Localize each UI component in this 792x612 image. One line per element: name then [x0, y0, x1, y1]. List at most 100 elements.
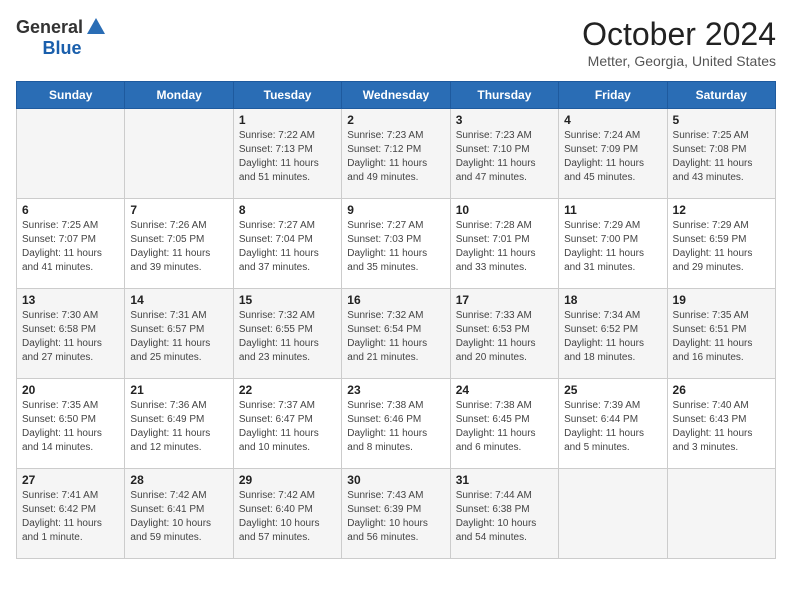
calendar-cell: 16 Sunrise: 7:32 AM Sunset: 6:54 PM Dayli… [342, 289, 450, 379]
day-info: Sunrise: 7:35 AM Sunset: 6:50 PM Dayligh… [22, 399, 119, 455]
day-number: 1 [239, 113, 336, 127]
day-number: 14 [130, 293, 227, 307]
day-header-friday: Friday [559, 82, 667, 109]
day-header-sunday: Sunday [17, 82, 125, 109]
calendar-cell: 25Sunrise: 7:39 AM Sunset: 6:44 PM Dayli… [559, 379, 667, 469]
calendar-table: SundayMondayTuesdayWednesdayThursdayFrid… [16, 81, 776, 559]
day-number: 7 [130, 203, 227, 217]
calendar-cell: 6 Sunrise: 7:25 AM Sunset: 7:07 PM Daylig… [17, 199, 125, 289]
day-info: Sunrise: 7:29 AM Sunset: 7:00 PM Dayligh… [564, 219, 661, 275]
day-number: 10 [456, 203, 553, 217]
day-info: Sunrise: 7:38 AM Sunset: 6:45 PM Dayligh… [456, 399, 553, 455]
day-number: 9 [347, 203, 444, 217]
day-info: Sunrise: 7:42 AM Sunset: 6:40 PM Dayligh… [239, 489, 336, 545]
day-header-saturday: Saturday [667, 82, 775, 109]
day-number: 20 [22, 383, 119, 397]
day-number: 11 [564, 203, 661, 217]
calendar-cell: 1Sunrise: 7:22 AM Sunset: 7:13 PM Daylig… [233, 109, 341, 199]
calendar-cell: 14Sunrise: 7:31 AM Sunset: 6:57 PM Dayli… [125, 289, 233, 379]
day-info: Sunrise: 7:36 AM Sunset: 6:49 PM Dayligh… [130, 399, 227, 455]
day-number: 30 [347, 473, 444, 487]
day-info: Sunrise: 7:25 AM Sunset: 7:08 PM Dayligh… [673, 129, 770, 185]
calendar-cell: 13 Sunrise: 7:30 AM Sunset: 6:58 PM Dayli… [17, 289, 125, 379]
location-title: Metter, Georgia, United States [582, 53, 776, 69]
calendar-week-0: 1Sunrise: 7:22 AM Sunset: 7:13 PM Daylig… [17, 109, 776, 199]
day-header-tuesday: Tuesday [233, 82, 341, 109]
logo-blue: Blue [43, 38, 82, 58]
calendar-cell: 15Sunrise: 7:32 AM Sunset: 6:55 PM Dayli… [233, 289, 341, 379]
logo-general: General [16, 17, 83, 38]
day-number: 13 [22, 293, 119, 307]
calendar-cell: 17 Sunrise: 7:33 AM Sunset: 6:53 PM Dayli… [450, 289, 558, 379]
calendar-cell: 4 Sunrise: 7:24 AM Sunset: 7:09 PM Daylig… [559, 109, 667, 199]
day-number: 27 [22, 473, 119, 487]
calendar-cell: 10 Sunrise: 7:28 AM Sunset: 7:01 PM Dayli… [450, 199, 558, 289]
day-info: Sunrise: 7:37 AM Sunset: 6:47 PM Dayligh… [239, 399, 336, 455]
day-number: 3 [456, 113, 553, 127]
day-number: 4 [564, 113, 661, 127]
calendar-cell [559, 469, 667, 559]
day-number: 22 [239, 383, 336, 397]
day-info: Sunrise: 7:29 AM Sunset: 6:59 PM Dayligh… [673, 219, 770, 275]
calendar-cell: 30 Sunrise: 7:43 AM Sunset: 6:39 PM Dayli… [342, 469, 450, 559]
day-number: 6 [22, 203, 119, 217]
day-info: Sunrise: 7:43 AM Sunset: 6:39 PM Dayligh… [347, 489, 444, 545]
day-number: 17 [456, 293, 553, 307]
day-info: Sunrise: 7:33 AM Sunset: 6:53 PM Dayligh… [456, 309, 553, 365]
day-header-wednesday: Wednesday [342, 82, 450, 109]
day-info: Sunrise: 7:44 AM Sunset: 6:38 PM Dayligh… [456, 489, 553, 545]
calendar-cell [667, 469, 775, 559]
calendar-cell: 7 Sunrise: 7:26 AM Sunset: 7:05 PM Daylig… [125, 199, 233, 289]
calendar-cell: 31Sunrise: 7:44 AM Sunset: 6:38 PM Dayli… [450, 469, 558, 559]
calendar-cell [17, 109, 125, 199]
day-number: 28 [130, 473, 227, 487]
day-info: Sunrise: 7:23 AM Sunset: 7:12 PM Dayligh… [347, 129, 444, 185]
calendar-cell: 20 Sunrise: 7:35 AM Sunset: 6:50 PM Dayli… [17, 379, 125, 469]
day-header-monday: Monday [125, 82, 233, 109]
calendar-week-1: 6 Sunrise: 7:25 AM Sunset: 7:07 PM Daylig… [17, 199, 776, 289]
calendar-cell: 2 Sunrise: 7:23 AM Sunset: 7:12 PM Daylig… [342, 109, 450, 199]
calendar-cell: 18 Sunrise: 7:34 AM Sunset: 6:52 PM Dayli… [559, 289, 667, 379]
calendar-cell: 22 Sunrise: 7:37 AM Sunset: 6:47 PM Dayli… [233, 379, 341, 469]
calendar-cell: 5Sunrise: 7:25 AM Sunset: 7:08 PM Daylig… [667, 109, 775, 199]
calendar-cell: 26Sunrise: 7:40 AM Sunset: 6:43 PM Dayli… [667, 379, 775, 469]
day-info: Sunrise: 7:42 AM Sunset: 6:41 PM Dayligh… [130, 489, 227, 545]
calendar-cell: 23Sunrise: 7:38 AM Sunset: 6:46 PM Dayli… [342, 379, 450, 469]
day-number: 24 [456, 383, 553, 397]
calendar-week-3: 20 Sunrise: 7:35 AM Sunset: 6:50 PM Dayli… [17, 379, 776, 469]
day-number: 29 [239, 473, 336, 487]
day-number: 2 [347, 113, 444, 127]
day-info: Sunrise: 7:34 AM Sunset: 6:52 PM Dayligh… [564, 309, 661, 365]
calendar-cell: 8Sunrise: 7:27 AM Sunset: 7:04 PM Daylig… [233, 199, 341, 289]
day-info: Sunrise: 7:32 AM Sunset: 6:54 PM Dayligh… [347, 309, 444, 365]
day-number: 12 [673, 203, 770, 217]
calendar-cell: 11 Sunrise: 7:29 AM Sunset: 7:00 PM Dayli… [559, 199, 667, 289]
header: General Blue October 2024 Metter, Georgi… [16, 16, 776, 69]
day-number: 19 [673, 293, 770, 307]
day-info: Sunrise: 7:38 AM Sunset: 6:46 PM Dayligh… [347, 399, 444, 455]
calendar-cell: 29 Sunrise: 7:42 AM Sunset: 6:40 PM Dayli… [233, 469, 341, 559]
calendar-cell: 9Sunrise: 7:27 AM Sunset: 7:03 PM Daylig… [342, 199, 450, 289]
calendar-week-4: 27Sunrise: 7:41 AM Sunset: 6:42 PM Dayli… [17, 469, 776, 559]
calendar-cell: 19 Sunrise: 7:35 AM Sunset: 6:51 PM Dayli… [667, 289, 775, 379]
logo: General Blue [16, 16, 108, 59]
title-area: October 2024 Metter, Georgia, United Sta… [582, 16, 776, 69]
day-number: 18 [564, 293, 661, 307]
day-number: 21 [130, 383, 227, 397]
calendar-cell: 24 Sunrise: 7:38 AM Sunset: 6:45 PM Dayli… [450, 379, 558, 469]
day-info: Sunrise: 7:24 AM Sunset: 7:09 PM Dayligh… [564, 129, 661, 185]
month-title: October 2024 [582, 16, 776, 53]
day-number: 25 [564, 383, 661, 397]
day-header-thursday: Thursday [450, 82, 558, 109]
day-number: 16 [347, 293, 444, 307]
day-info: Sunrise: 7:26 AM Sunset: 7:05 PM Dayligh… [130, 219, 227, 275]
day-info: Sunrise: 7:35 AM Sunset: 6:51 PM Dayligh… [673, 309, 770, 365]
calendar-cell: 27Sunrise: 7:41 AM Sunset: 6:42 PM Dayli… [17, 469, 125, 559]
day-info: Sunrise: 7:30 AM Sunset: 6:58 PM Dayligh… [22, 309, 119, 365]
logo-icon [85, 16, 107, 38]
day-info: Sunrise: 7:27 AM Sunset: 7:04 PM Dayligh… [239, 219, 336, 275]
day-info: Sunrise: 7:28 AM Sunset: 7:01 PM Dayligh… [456, 219, 553, 275]
calendar-cell [125, 109, 233, 199]
calendar-cell: 28 Sunrise: 7:42 AM Sunset: 6:41 PM Dayli… [125, 469, 233, 559]
day-info: Sunrise: 7:25 AM Sunset: 7:07 PM Dayligh… [22, 219, 119, 275]
